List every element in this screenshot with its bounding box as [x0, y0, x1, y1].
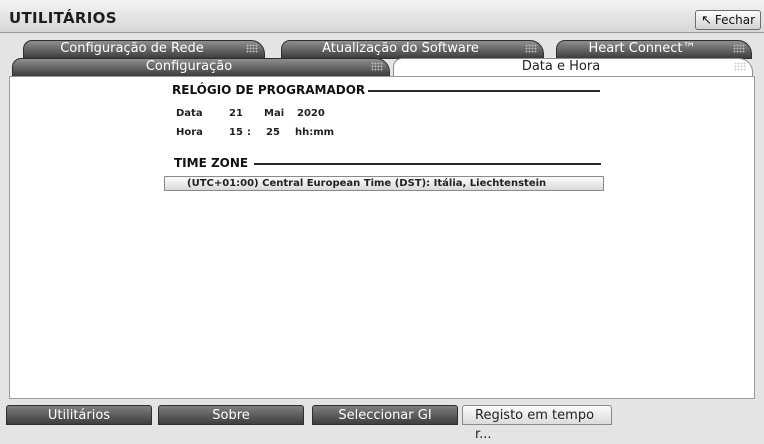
tab-heart-connect-label: Heart Connect™	[588, 41, 696, 56]
year-value[interactable]: 2020	[297, 108, 325, 119]
title-bar: UTILITÁRIOS ↖ Fechar	[0, 0, 764, 33]
tab-configuration-label: Configuração	[145, 59, 233, 74]
tab-date-time-label: Data e Hora	[521, 59, 601, 74]
content-panel	[9, 76, 755, 399]
tab-network-config[interactable]: Configuração de Rede	[23, 40, 265, 59]
grip-icon	[733, 44, 745, 53]
timezone-select[interactable]: (UTC+01:00) Central European Time (DST):…	[164, 176, 604, 191]
time-format: hh:mm	[295, 127, 335, 138]
minute-value[interactable]: 25	[266, 127, 280, 138]
grip-icon	[371, 62, 383, 71]
window-title: UTILITÁRIOS	[9, 9, 117, 27]
day-value[interactable]: 21	[229, 108, 243, 119]
tab-configuration[interactable]: Configuração	[12, 58, 390, 77]
hour-value[interactable]: 15	[229, 127, 243, 138]
timezone-heading: TIME ZONE	[174, 156, 249, 170]
grip-icon	[734, 62, 746, 71]
nav-select-gi[interactable]: Seleccionar GI	[312, 405, 458, 425]
grip-icon	[246, 44, 258, 53]
nav-realtime-log[interactable]: Registo em tempo r...	[462, 405, 612, 442]
clock-heading: RELÓGIO DE PROGRAMADOR	[172, 83, 366, 97]
arrow-up-left-icon: ↖	[700, 12, 712, 28]
time-separator: :	[247, 127, 251, 138]
month-value[interactable]: Mai	[264, 108, 284, 119]
tab-software-update[interactable]: Atualização do Software	[281, 40, 544, 59]
tab-heart-connect[interactable]: Heart Connect™	[556, 40, 752, 59]
grip-icon	[525, 44, 537, 53]
date-label: Data	[176, 108, 203, 119]
nav-utilities[interactable]: Utilitários	[6, 405, 152, 425]
tab-software-update-label: Atualização do Software	[322, 41, 479, 56]
tab-date-time[interactable]: Data e Hora	[393, 58, 753, 77]
timezone-divider	[254, 163, 601, 165]
clock-divider	[368, 90, 600, 92]
tab-network-config-label: Configuração de Rede	[60, 41, 204, 56]
close-button-label: Fechar	[714, 13, 756, 27]
nav-about[interactable]: Sobre	[158, 405, 304, 425]
close-button[interactable]: ↖ Fechar	[695, 10, 761, 30]
time-label: Hora	[176, 127, 203, 138]
